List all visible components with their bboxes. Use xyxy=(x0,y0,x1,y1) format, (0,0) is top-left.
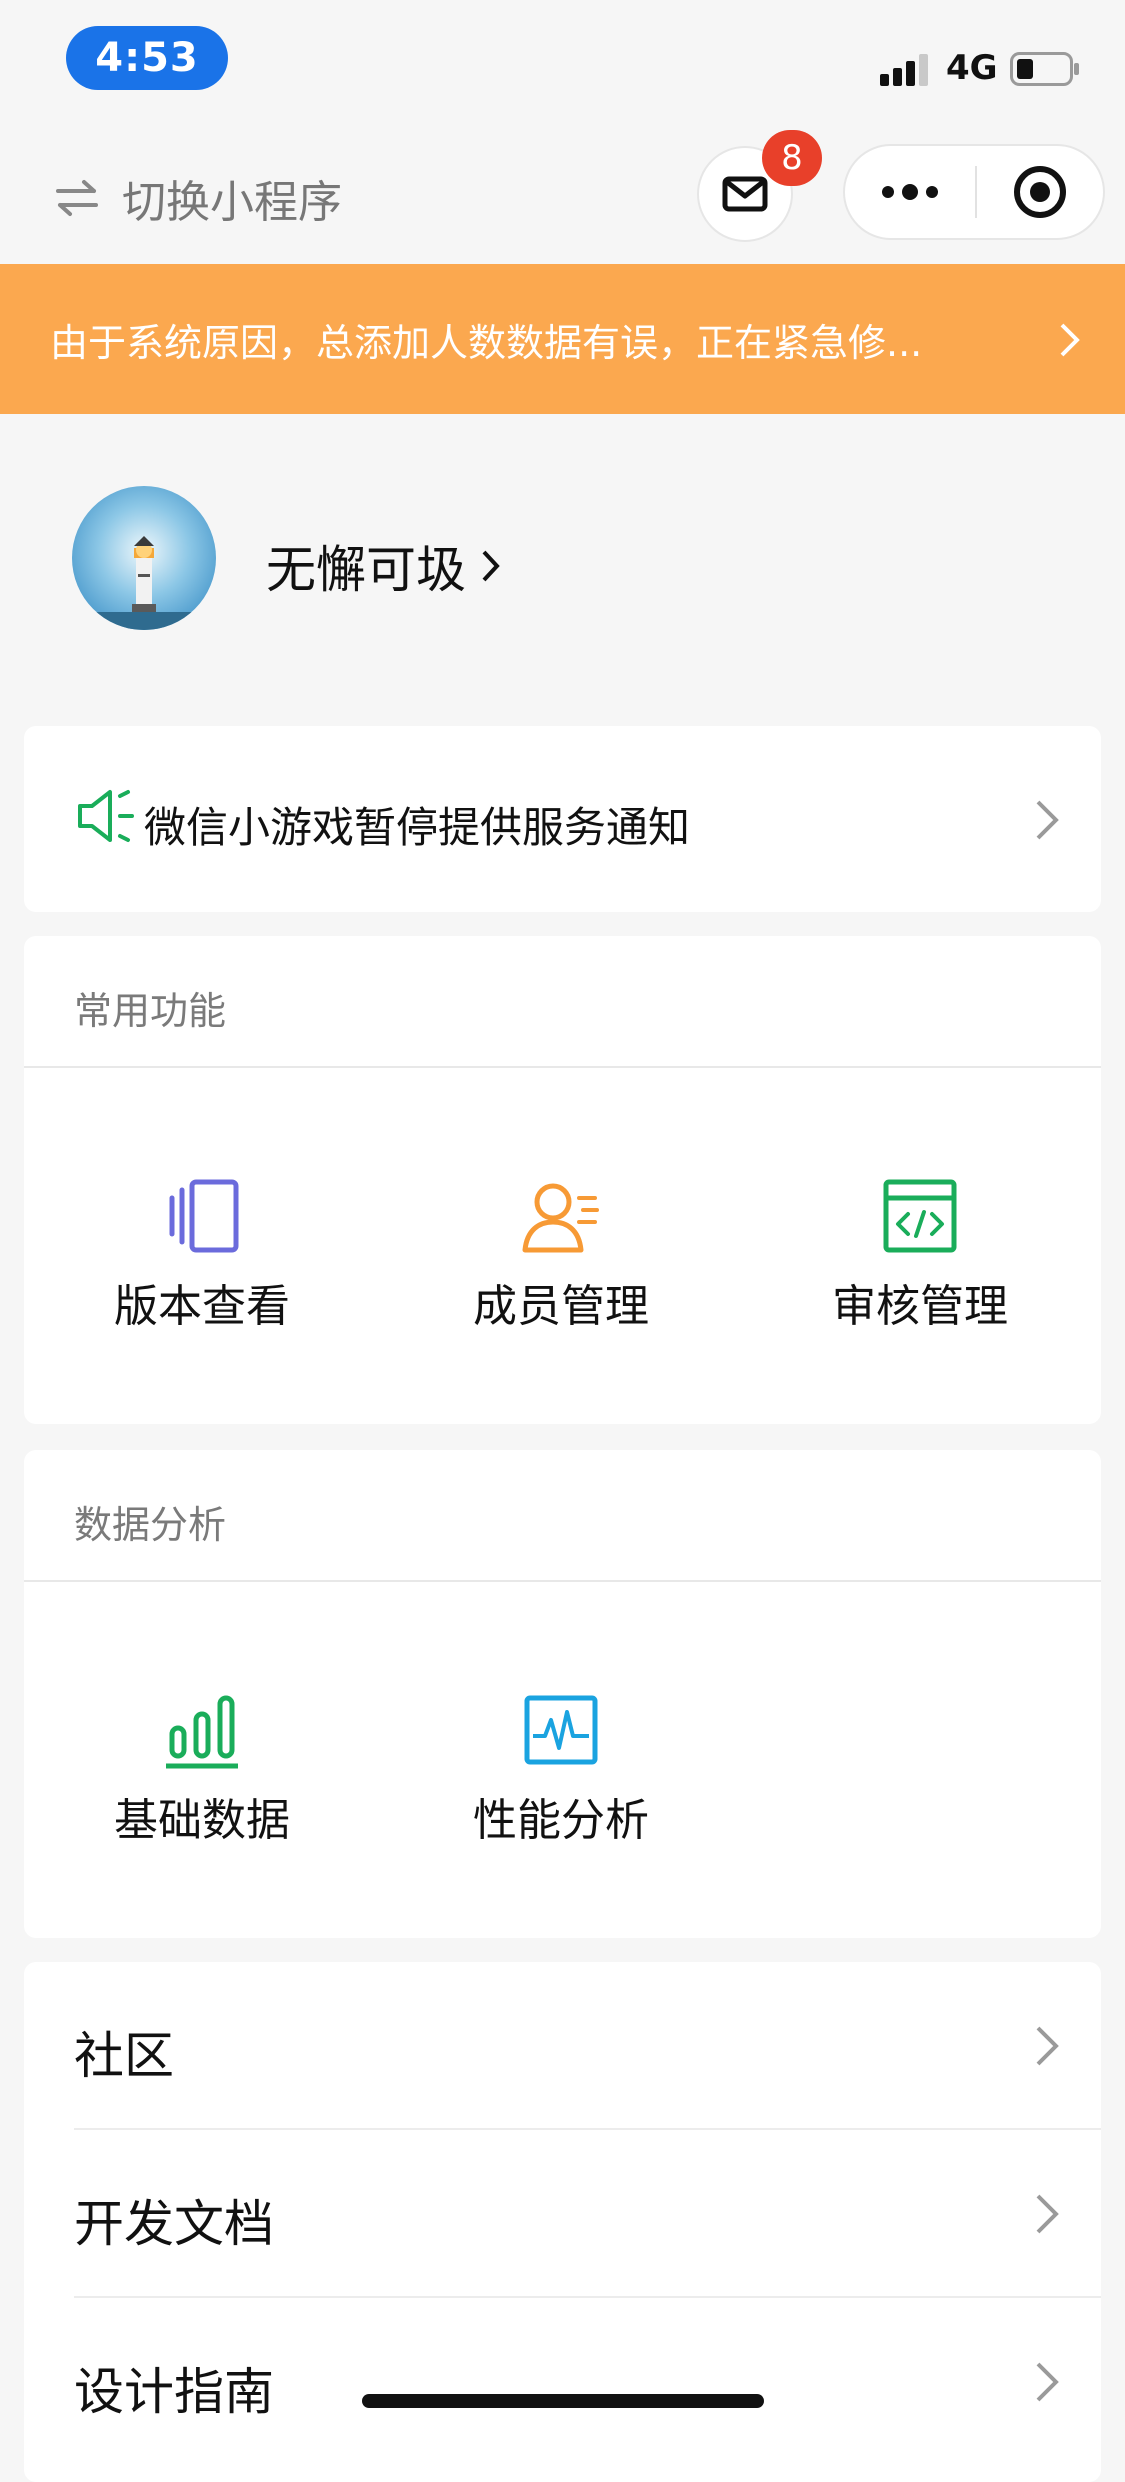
function-label: 基础数据 xyxy=(114,1795,290,1846)
banner-text: 由于系统原因，总添加人数数据有误，正在紧急修... xyxy=(50,320,923,365)
account-name: 无懈可圾 xyxy=(266,541,466,599)
member-manage-button[interactable]: 成员管理 xyxy=(431,1176,691,1334)
section-title: 数据分析 xyxy=(74,1503,227,1547)
capsule-menu xyxy=(843,144,1105,240)
menu-item-design-guide[interactable]: 设计指南 xyxy=(24,2298,1101,2466)
version-view-button[interactable]: 版本查看 xyxy=(72,1176,332,1334)
version-icon xyxy=(169,1179,239,1253)
switch-miniprogram-label: 切换小程序 xyxy=(122,177,342,228)
mail-icon xyxy=(722,176,768,212)
target-icon xyxy=(1014,166,1066,218)
menu-item-community[interactable]: 社区 xyxy=(24,1962,1101,2130)
function-label: 性能分析 xyxy=(473,1795,649,1846)
bar-chart-icon xyxy=(166,1695,238,1769)
network-label: 4G xyxy=(946,48,998,88)
function-label: 版本查看 xyxy=(114,1281,290,1332)
home-indicator[interactable] xyxy=(362,2394,764,2408)
signal-icon xyxy=(880,54,928,86)
notice-banner[interactable]: 由于系统原因，总添加人数数据有误，正在紧急修... xyxy=(0,264,1125,414)
divider xyxy=(24,1580,1101,1582)
mail-badge: 8 xyxy=(762,130,822,186)
chevron-right-icon xyxy=(482,550,500,582)
chevron-right-icon xyxy=(1036,800,1059,840)
chevron-right-icon xyxy=(1036,2194,1059,2234)
notice-card[interactable]: 微信小游戏暂停提供服务通知 xyxy=(24,726,1101,912)
divider xyxy=(24,1066,1101,1068)
menu-item-label: 开发文档 xyxy=(74,2195,274,2253)
review-manage-button[interactable]: 审核管理 xyxy=(790,1176,1050,1334)
performance-analysis-button[interactable]: 性能分析 xyxy=(431,1690,691,1848)
switch-arrows-icon xyxy=(56,180,98,216)
chevron-right-icon xyxy=(1036,2026,1059,2066)
status-time: 4:53 xyxy=(66,26,228,90)
member-icon xyxy=(522,1183,599,1253)
review-icon xyxy=(883,1179,957,1253)
more-icon xyxy=(882,184,938,200)
avatar[interactable] xyxy=(72,486,216,630)
data-analysis-card: 数据分析 基础数据 性能分析 xyxy=(24,1450,1101,1938)
chevron-right-icon xyxy=(1036,2362,1059,2402)
menu-item-label: 设计指南 xyxy=(74,2363,274,2421)
basic-data-button[interactable]: 基础数据 xyxy=(72,1690,332,1848)
section-title: 常用功能 xyxy=(74,989,227,1033)
performance-icon xyxy=(524,1695,598,1765)
speaker-icon xyxy=(78,790,134,842)
function-label: 成员管理 xyxy=(473,1281,649,1332)
function-label: 审核管理 xyxy=(832,1281,1008,1332)
menu-item-label: 社区 xyxy=(74,2027,174,2085)
close-miniprogram-button[interactable] xyxy=(977,146,1103,238)
more-button[interactable] xyxy=(845,146,975,238)
menu-item-dev-docs[interactable]: 开发文档 xyxy=(24,2130,1101,2298)
account-name-button[interactable]: 无懈可圾 xyxy=(266,530,502,602)
chevron-right-icon xyxy=(1060,323,1080,357)
lighthouse-image xyxy=(72,486,216,630)
battery-icon xyxy=(1010,52,1079,86)
switch-miniprogram-button[interactable]: 切换小程序 xyxy=(54,168,342,228)
notice-text: 微信小游戏暂停提供服务通知 xyxy=(144,803,691,852)
common-functions-card: 常用功能 版本查看 成员管理 审核管理 xyxy=(24,936,1101,1424)
